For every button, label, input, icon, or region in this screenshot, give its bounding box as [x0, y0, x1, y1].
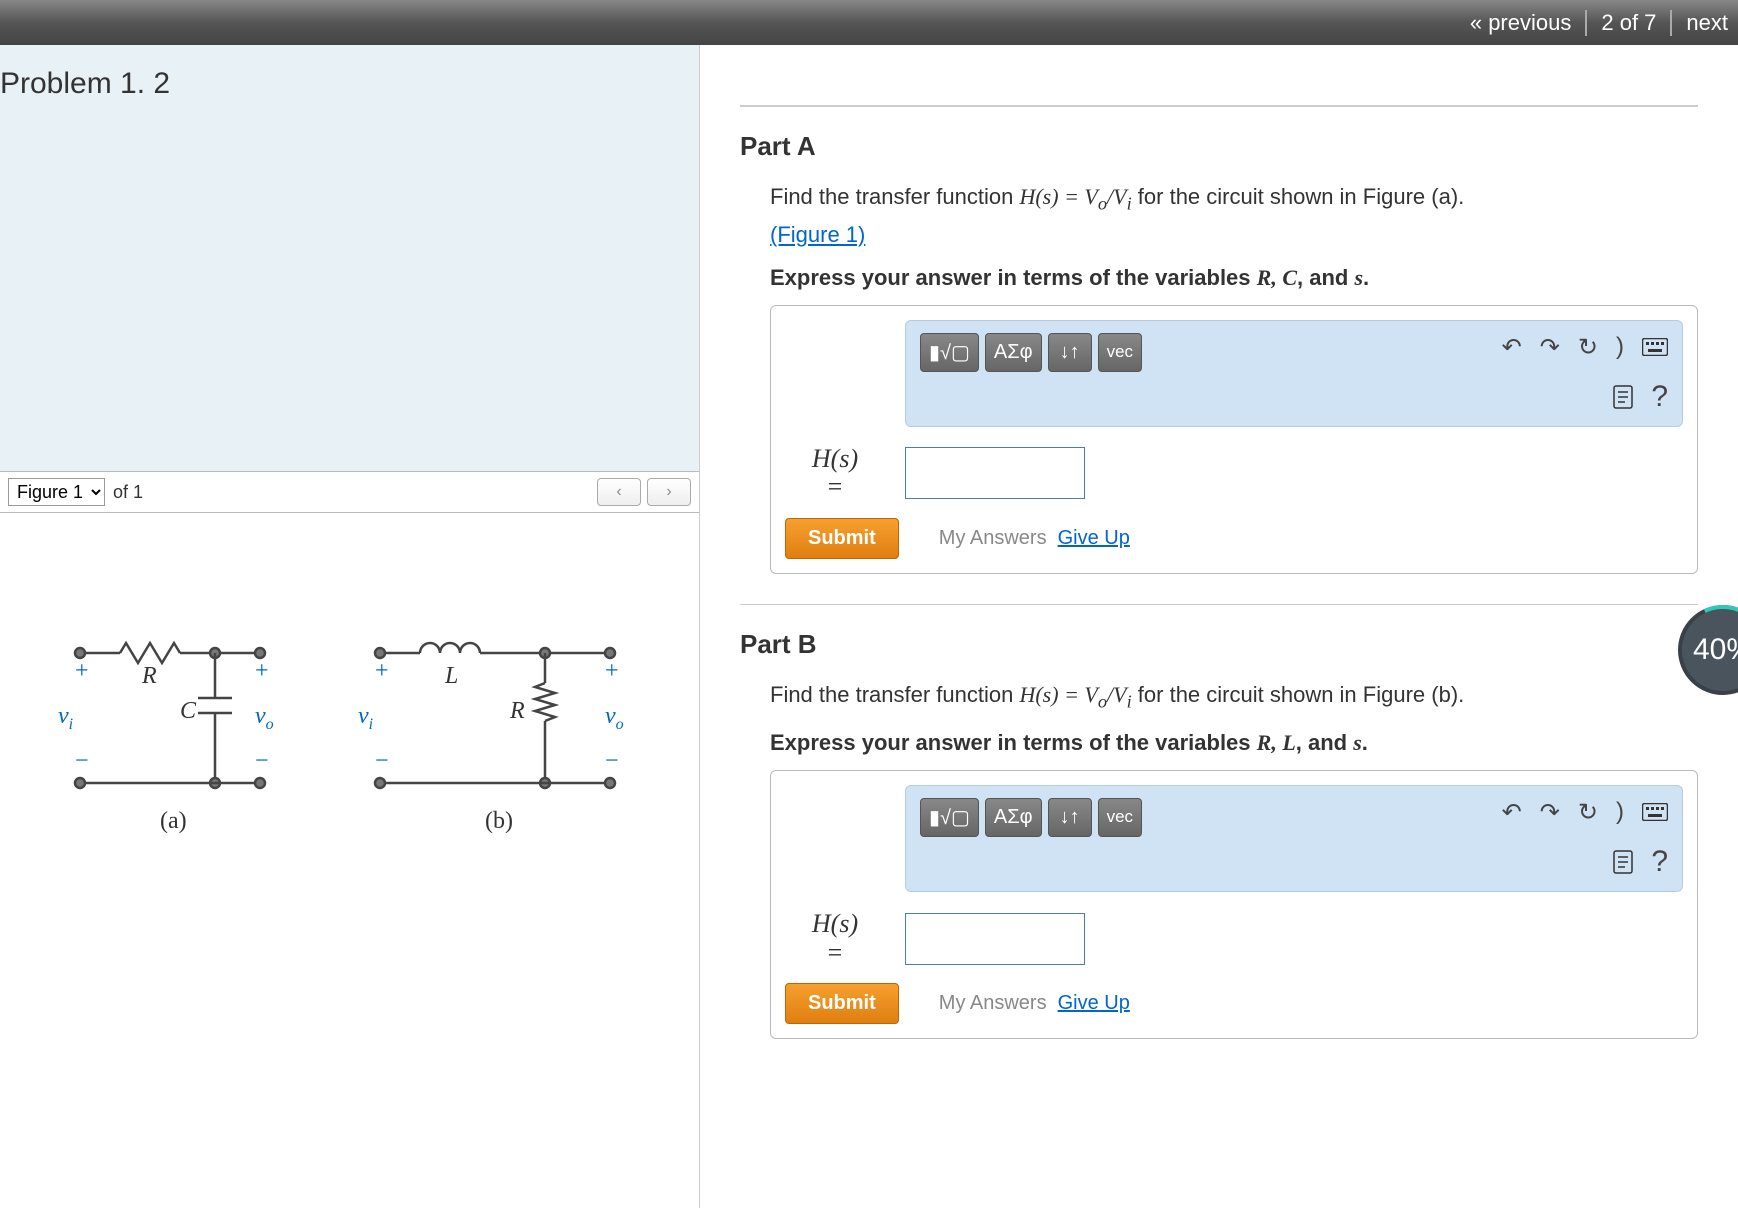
- redo-icon[interactable]: ↷: [1540, 333, 1560, 362]
- svg-text:+: +: [605, 658, 619, 684]
- svg-text:+: +: [375, 658, 389, 684]
- svg-text:(b): (b): [485, 808, 513, 834]
- subscript-button[interactable]: ↓↑: [1048, 798, 1092, 837]
- give-up-link-b[interactable]: Give Up: [1058, 992, 1130, 1014]
- top-navbar: « previous 2 of 7 next: [0, 0, 1738, 45]
- problem-title: Problem 1. 2: [0, 45, 699, 101]
- previous-link[interactable]: « previous: [1456, 10, 1588, 36]
- answer-lhs-label: H(s)=: [785, 445, 885, 502]
- greek-button[interactable]: ΑΣφ: [985, 333, 1042, 372]
- part-a-answer-input[interactable]: [905, 447, 1085, 499]
- paren-icon[interactable]: ): [1616, 333, 1624, 361]
- my-answers-label: My Answers: [939, 527, 1047, 549]
- equation-toolbar: ▮√▢ ΑΣφ ↓↑ vec ↶ ↷ ↻ ): [905, 320, 1683, 427]
- part-a-submit-button[interactable]: Submit: [785, 518, 899, 559]
- help-icon[interactable]: ?: [1651, 845, 1668, 879]
- part-a-instruction: Express your answer in terms of the vari…: [770, 265, 1698, 291]
- svg-text:R: R: [509, 698, 525, 724]
- undo-icon[interactable]: ↶: [1502, 798, 1522, 827]
- part-b-answer-input[interactable]: [905, 913, 1085, 965]
- svg-text:−: −: [75, 748, 89, 774]
- undo-icon[interactable]: ↶: [1502, 333, 1522, 362]
- redo-icon[interactable]: ↷: [1540, 798, 1560, 827]
- figure-next-button[interactable]: ›: [647, 478, 691, 506]
- figure-prev-button[interactable]: ‹: [597, 478, 641, 506]
- svg-text:−: −: [605, 748, 619, 774]
- equation-toolbar-b: ▮√▢ ΑΣφ ↓↑ vec ↶ ↷ ↻ ): [905, 785, 1683, 892]
- answer-lhs-label-b: H(s)=: [785, 910, 885, 967]
- svg-text:C: C: [180, 698, 197, 724]
- greek-button[interactable]: ΑΣφ: [985, 798, 1042, 837]
- part-b-instruction: Express your answer in terms of the vari…: [770, 730, 1698, 756]
- svg-text:vi: vi: [358, 703, 373, 733]
- svg-text:vi: vi: [58, 703, 73, 733]
- svg-text:vo: vo: [605, 703, 624, 733]
- figure-count: of 1: [113, 482, 143, 503]
- circuit-diagram: + vi − R C + vo − + vi − L R + vo − (a): [40, 633, 660, 893]
- my-answers-label-b: My Answers: [939, 992, 1047, 1014]
- paren-icon[interactable]: ): [1616, 798, 1624, 826]
- figure-header: Figure 1 of 1 ‹ ›: [0, 471, 699, 513]
- subscript-button[interactable]: ↓↑: [1048, 333, 1092, 372]
- review-icon[interactable]: [1613, 385, 1633, 409]
- templates-button[interactable]: ▮√▢: [920, 798, 979, 837]
- part-b-title: Part B: [740, 604, 1698, 660]
- figure-link[interactable]: (Figure 1): [770, 222, 865, 247]
- part-b-answer-box: ▮√▢ ΑΣφ ↓↑ vec ↶ ↷ ↻ ): [770, 770, 1698, 1039]
- next-link[interactable]: next: [1672, 10, 1728, 36]
- left-panel: Problem 1. 2 Figure 1 of 1 ‹ ›: [0, 45, 700, 1208]
- reset-icon[interactable]: ↻: [1578, 333, 1598, 362]
- part-b-submit-button[interactable]: Submit: [785, 983, 899, 1024]
- part-a-title: Part A: [740, 105, 1698, 162]
- part-a-answer-box: ▮√▢ ΑΣφ ↓↑ vec ↶ ↷ ↻ ): [770, 305, 1698, 574]
- svg-text:(a): (a): [160, 808, 187, 834]
- svg-text:+: +: [75, 658, 89, 684]
- svg-text:+: +: [255, 658, 269, 684]
- keyboard-icon[interactable]: [1642, 338, 1668, 356]
- part-a-prompt: Find the transfer function H(s) = Vo/Vi …: [770, 180, 1698, 251]
- svg-text:−: −: [375, 748, 389, 774]
- part-b-prompt: Find the transfer function H(s) = Vo/Vi …: [770, 678, 1698, 716]
- page-counter: 2 of 7: [1587, 10, 1672, 36]
- help-icon[interactable]: ?: [1651, 380, 1668, 414]
- give-up-link[interactable]: Give Up: [1058, 527, 1130, 549]
- figure-select[interactable]: Figure 1: [8, 478, 105, 506]
- templates-button[interactable]: ▮√▢: [920, 333, 979, 372]
- right-panel: Part A Find the transfer function H(s) =…: [700, 45, 1738, 1208]
- svg-text:−: −: [255, 748, 269, 774]
- vec-button[interactable]: vec: [1098, 333, 1142, 372]
- reset-icon[interactable]: ↻: [1578, 798, 1598, 827]
- keyboard-icon[interactable]: [1642, 803, 1668, 821]
- review-icon[interactable]: [1613, 850, 1633, 874]
- figure-body: + vi − R C + vo − + vi − L R + vo − (a): [0, 513, 699, 1208]
- svg-text:L: L: [444, 663, 458, 689]
- svg-text:vo: vo: [255, 703, 274, 733]
- svg-text:R: R: [141, 663, 157, 689]
- vec-button[interactable]: vec: [1098, 798, 1142, 837]
